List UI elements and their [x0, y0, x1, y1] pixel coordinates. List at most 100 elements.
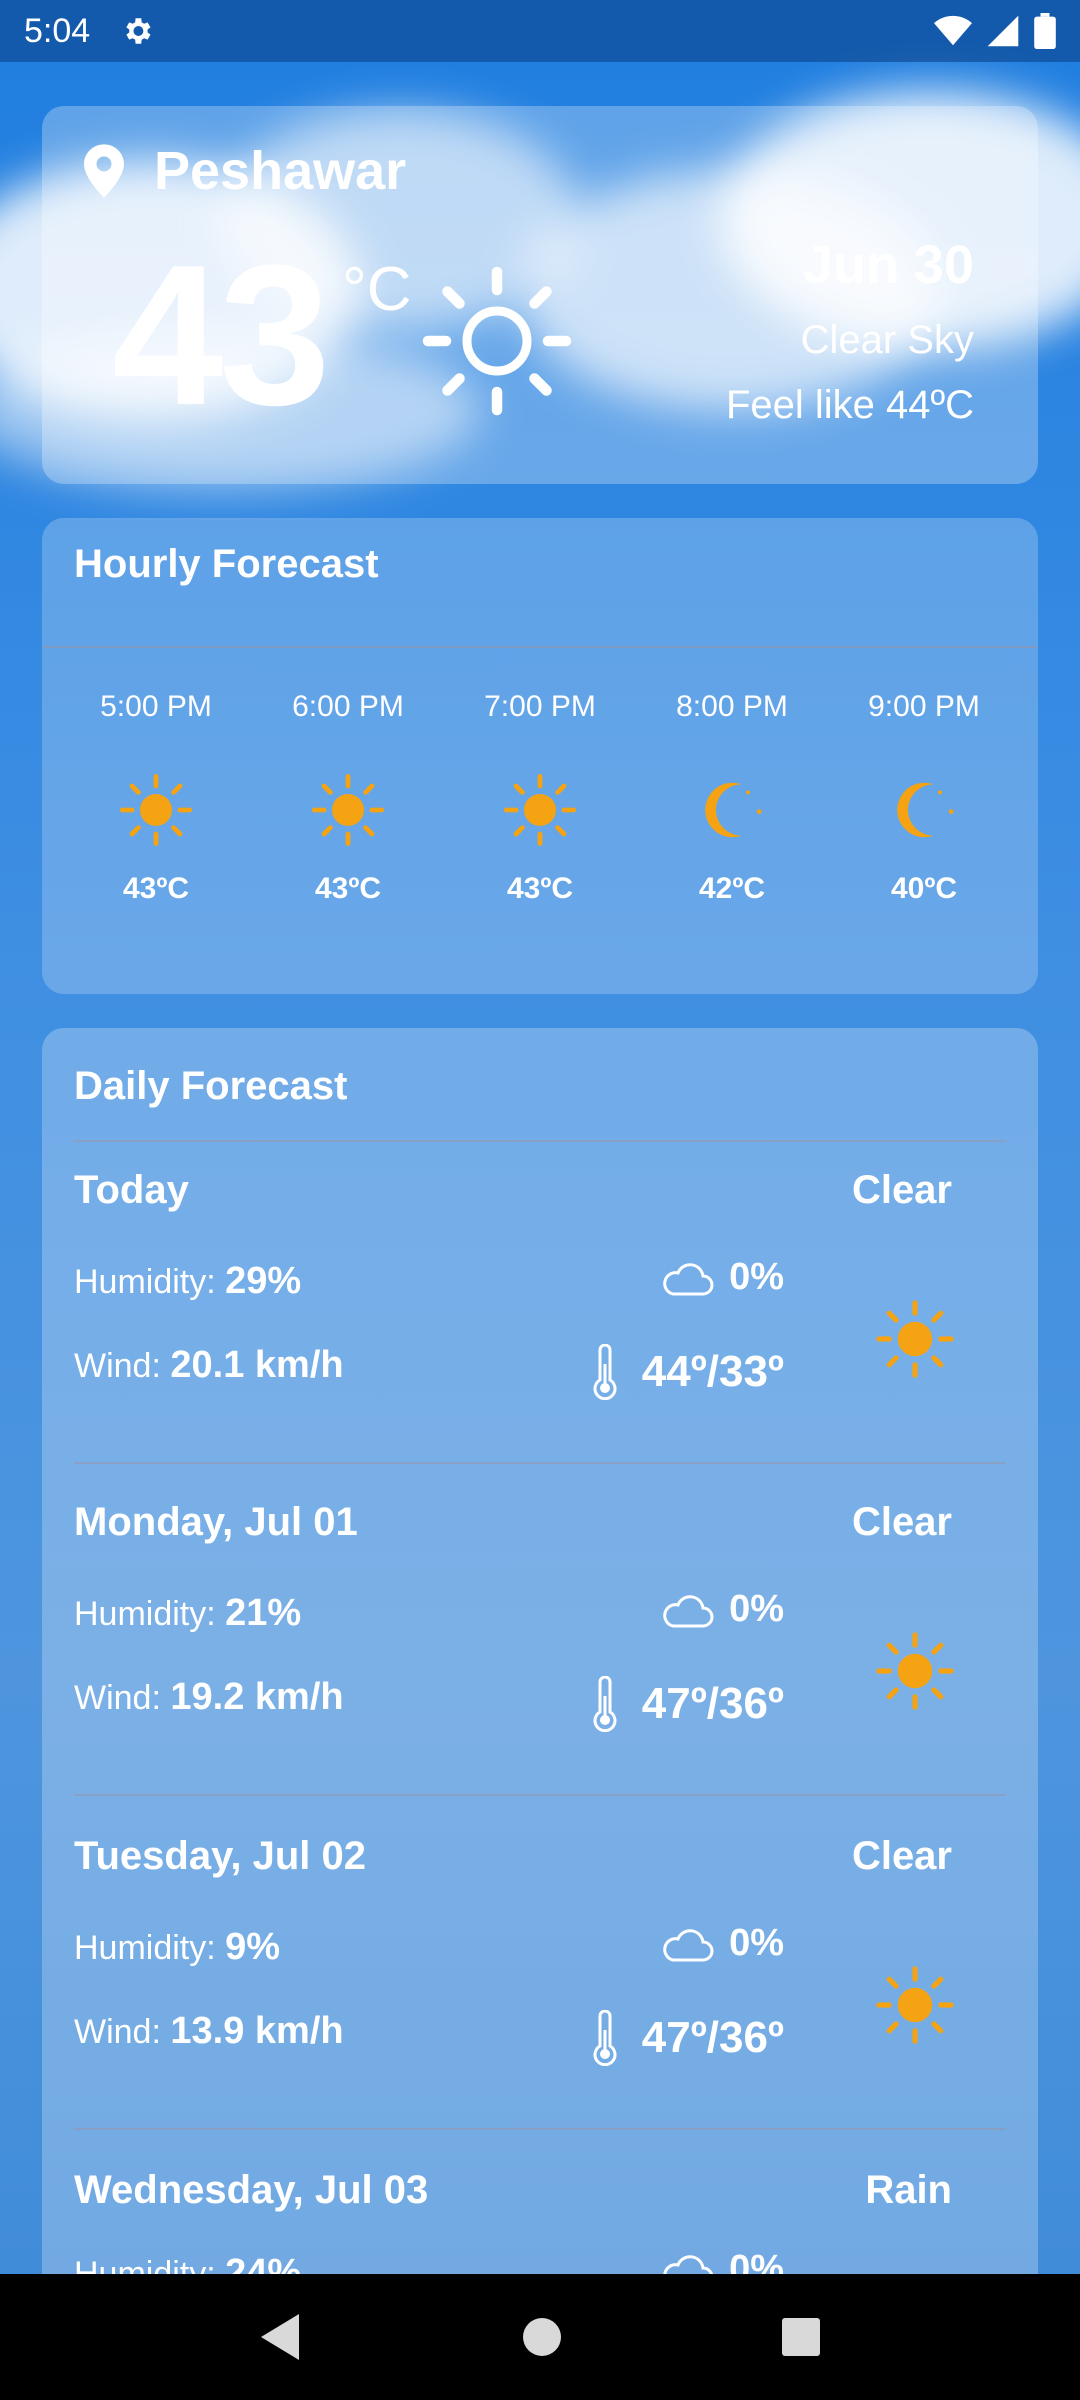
recents-icon[interactable]	[781, 2317, 821, 2357]
wind-label: Wind:	[74, 1679, 161, 1717]
precipitation: 0%	[659, 1922, 784, 1965]
hourly-forecast-card: Hourly Forecast 5:00 PM 43ºC 6:00 PM 43º…	[42, 518, 1038, 994]
divider	[74, 2128, 1006, 2130]
hour-time: 5:00 PM	[100, 690, 212, 723]
humidity: Humidity: 21%	[74, 1592, 301, 1635]
wind-value: 20.1 km/h	[170, 1344, 344, 1386]
sun-icon	[876, 1632, 954, 1710]
temps-value: 47º/36º	[641, 2013, 784, 2062]
thermometer-icon	[593, 2010, 617, 2066]
precipitation: 0%	[659, 1588, 784, 1631]
divider	[42, 646, 1038, 648]
humidity-label: Humidity:	[74, 1929, 216, 1967]
hourly-item: 8:00 PM 42ºC	[642, 690, 822, 906]
day-name: Tuesday, Jul 02	[74, 1834, 366, 1878]
hour-time: 7:00 PM	[484, 690, 596, 723]
hourly-item: 5:00 PM 43ºC	[66, 690, 246, 906]
hourly-list[interactable]: 5:00 PM 43ºC 6:00 PM 43ºC 7:00 PM 43ºC 8…	[42, 690, 1038, 906]
status-bar: 5:04	[0, 0, 1080, 62]
location-pin-icon	[84, 144, 124, 198]
day-condition: Clear	[851, 1168, 952, 1212]
humidity-value: 29%	[225, 1260, 302, 1302]
hourly-forecast-title: Hourly Forecast	[74, 542, 379, 586]
day-condition: Rain	[865, 2168, 952, 2212]
daily-item[interactable]: Wednesday, Jul 03 Rain Humidity: 24% 0%	[74, 2156, 1006, 2278]
humidity-value: 9%	[225, 1926, 281, 1968]
wind: Wind: 13.9 km/h	[74, 2010, 344, 2053]
divider	[74, 1794, 1006, 1796]
daily-item[interactable]: Tuesday, Jul 02 Clear Humidity: 9% Wind:…	[74, 1822, 1006, 2156]
cloud-icon	[663, 1262, 714, 1295]
wind-label: Wind:	[74, 1347, 161, 1385]
daily-forecast-title: Daily Forecast	[74, 1064, 348, 1108]
temperature-range: 47º/36º	[590, 2010, 784, 2066]
temperature-unit: °C	[342, 255, 412, 324]
wind-value: 19.2 km/h	[170, 1676, 344, 1718]
divider	[74, 1462, 1006, 1464]
daily-item[interactable]: Today Clear Humidity: 29% Wind: 20.1 km/…	[74, 1156, 1006, 1490]
moon-icon	[705, 782, 762, 838]
hour-time: 8:00 PM	[676, 690, 788, 723]
moon-icon	[897, 782, 954, 838]
humidity-label: Humidity:	[74, 1263, 216, 1301]
daily-forecast-card: Daily Forecast Today Clear Humidity: 29%…	[42, 1028, 1038, 2278]
thermometer-icon	[593, 1344, 617, 1400]
current-temperature: 43	[112, 224, 330, 447]
wifi-icon	[934, 15, 972, 46]
battery-icon	[1034, 13, 1056, 49]
settings-gear-icon	[126, 18, 151, 44]
current-date: Jun 30	[802, 235, 974, 295]
cloud-icon	[663, 1594, 714, 1627]
feels-like: Feel like 44ºC	[725, 383, 974, 427]
current-weather-card: Peshawar 43 °C Jun 30 Clear Sky Feel lik…	[42, 106, 1038, 484]
sun-icon	[876, 1300, 954, 1378]
hour-time: 6:00 PM	[292, 690, 404, 723]
wind-value: 13.9 km/h	[170, 2010, 344, 2052]
temperature-range: 44º/33º	[590, 1344, 784, 1400]
precip-value: 0%	[729, 1922, 784, 1964]
wind: Wind: 19.2 km/h	[74, 1676, 344, 1719]
sun-icon	[120, 774, 193, 846]
back-icon[interactable]	[259, 2312, 303, 2362]
hour-temp: 43ºC	[123, 872, 189, 905]
divider	[74, 1140, 1006, 1142]
hour-temp: 43ºC	[315, 872, 381, 905]
precip-value: 0%	[729, 1256, 784, 1298]
city-name: Peshawar	[154, 141, 407, 201]
sun-icon	[312, 774, 384, 846]
temps-value: 47º/36º	[641, 1679, 784, 1728]
precipitation: 0%	[659, 1256, 784, 1299]
day-condition: Clear	[851, 1834, 952, 1878]
status-time: 5:04	[24, 11, 91, 50]
weather-description: Clear Sky	[800, 318, 974, 362]
hour-time: 9:00 PM	[868, 690, 980, 723]
day-name: Monday, Jul 01	[74, 1500, 358, 1544]
humidity-value: 21%	[225, 1592, 302, 1634]
cloud-icon	[663, 1928, 714, 1961]
wind-label: Wind:	[74, 2013, 161, 2051]
hourly-item: 6:00 PM 43ºC	[258, 690, 438, 906]
humidity: Humidity: 9%	[74, 1926, 280, 1969]
temps-value: 44º/33º	[641, 1347, 784, 1396]
sun-icon	[504, 774, 576, 846]
temperature-range: 47º/36º	[590, 1676, 784, 1732]
hour-temp: 42ºC	[699, 872, 765, 905]
day-name: Today	[74, 1168, 189, 1212]
clear-sky-sun-icon	[422, 266, 572, 416]
humidity: Humidity: 29%	[74, 1260, 301, 1303]
hourly-item: 7:00 PM 43ºC	[450, 690, 630, 906]
day-condition: Clear	[851, 1500, 952, 1544]
sun-icon	[876, 1966, 954, 2044]
hourly-item: 9:00 PM 40ºC	[834, 690, 1014, 906]
home-icon[interactable]	[522, 2317, 562, 2357]
precip-value: 0%	[729, 1588, 784, 1630]
wind: Wind: 20.1 km/h	[74, 1344, 344, 1387]
hour-temp: 40ºC	[891, 872, 957, 905]
day-name: Wednesday, Jul 03	[74, 2168, 429, 2212]
thermometer-icon	[593, 1676, 617, 1732]
cell-signal-icon	[987, 15, 1019, 47]
hour-temp: 43ºC	[507, 872, 573, 905]
system-navigation-bar	[0, 2274, 1080, 2400]
daily-item[interactable]: Monday, Jul 01 Clear Humidity: 21% Wind:…	[74, 1488, 1006, 1822]
humidity-label: Humidity:	[74, 1595, 216, 1633]
